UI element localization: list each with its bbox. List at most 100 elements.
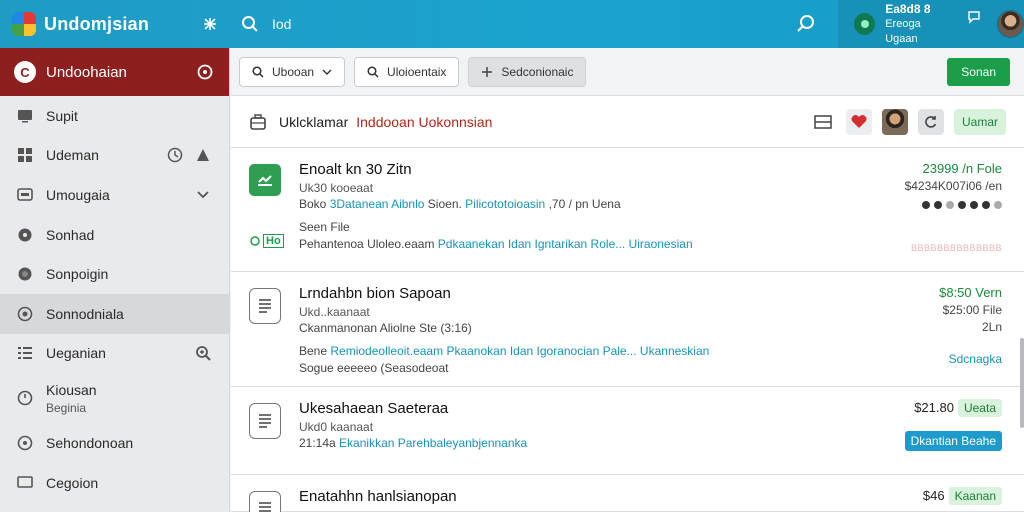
pagination-dots[interactable] — [922, 201, 1002, 209]
circle-icon — [16, 434, 34, 452]
list-item[interactable]: Ukesahaean Saeteraa Ukd0 kaanaat 21:14a … — [231, 387, 1024, 475]
user-role: Ereoga Ugaan — [885, 17, 921, 45]
dot[interactable] — [958, 201, 966, 209]
expand-icon[interactable] — [192, 6, 228, 42]
heart-icon[interactable] — [845, 108, 872, 135]
main-content: Ubooan Uloioentaix Sedconionaic Sonan Uk… — [231, 48, 1024, 512]
zoom-icon[interactable] — [193, 343, 213, 363]
item-description: Pehantenoa Uloleo.eaam Pdkaanekan Idan I… — [299, 236, 1004, 253]
disc-icon — [16, 226, 34, 244]
panel-subtitle: Inddooan Uokonnsian — [356, 113, 493, 130]
grid-icon — [16, 146, 34, 164]
action-badge[interactable]: Dkantian Beahe — [904, 431, 1002, 451]
item-subtitle: Ukd..kaanaat — [299, 305, 370, 319]
chevron-down-icon[interactable] — [193, 185, 213, 205]
meta-link[interactable]: Remiodeolleoit.eaam — [330, 344, 443, 358]
message-icon[interactable] — [966, 8, 983, 26]
avatar[interactable] — [996, 10, 1024, 38]
refresh-icon[interactable] — [917, 108, 944, 135]
meta-link[interactable]: Pdkaanekan Idan Igntarikan Role... Uirao… — [438, 237, 693, 251]
sidebar-item-udeman[interactable]: Udeman — [0, 136, 229, 176]
sidebar-item-supit[interactable]: Supit — [0, 96, 229, 136]
sidebar-item-sublabel: Beginia — [46, 400, 87, 415]
sidebar-header-label: Undoohaian — [46, 63, 127, 81]
sidebar-item-label: Supit — [46, 107, 78, 124]
card-icon — [16, 186, 34, 204]
item-meta-footer: Sogue eeeeeo (Seasodeoat — [299, 361, 449, 375]
item-list: Enoalt kn 30 Zitn Uk30 kooeaat Boko 3Dat… — [231, 148, 1024, 512]
item-flag: Ho — [249, 234, 284, 248]
sidebar-item-umougaia[interactable]: Umougaia — [0, 175, 229, 215]
meta-link[interactable]: Ekanikkan Parehbaleyanbjennanka — [339, 436, 527, 450]
primary-button[interactable]: Sonan — [947, 57, 1010, 86]
dot[interactable] — [970, 201, 978, 209]
layout-icon[interactable] — [810, 109, 836, 135]
panel-title: Uklcklamar — [279, 113, 349, 130]
app-thumbnail — [249, 164, 281, 196]
dot[interactable] — [994, 201, 1002, 209]
scrollbar[interactable] — [1020, 338, 1024, 428]
sidebar-item-label: Sonpoigin — [46, 266, 109, 283]
item-price: $8:50 Vern — [939, 285, 1002, 300]
brand-name: Undomjsian — [44, 13, 150, 34]
search-button[interactable]: Uloioentaix — [354, 56, 460, 87]
item-title[interactable]: Ukesahaean Saeteraa — [299, 399, 1004, 419]
dot[interactable] — [982, 201, 990, 209]
search-icon[interactable] — [232, 6, 268, 42]
item-title[interactable]: Lrndahbn bion Sapoan — [299, 284, 1004, 304]
settings-icon[interactable] — [195, 62, 215, 82]
meta-text: Pehantenoa Uloleo.eaam — [299, 237, 435, 251]
status-pill[interactable]: Uamar — [953, 108, 1006, 135]
sidebar-item-label: Kiousan — [46, 381, 97, 398]
meta-text: 21:14a — [299, 436, 336, 450]
item-price-detail: $25:00 File — [942, 303, 1002, 317]
user-area[interactable]: Ea8d8 8 Ereoga Ugaan — [838, 0, 1024, 48]
target-icon — [16, 305, 34, 323]
item-file-label: Seen File — [299, 220, 350, 234]
sidebar-item-ueganian[interactable]: Ueganian — [0, 334, 229, 374]
clock-icon[interactable] — [165, 145, 185, 165]
list-item[interactable]: Enoalt kn 30 Zitn Uk30 kooeaat Boko 3Dat… — [231, 148, 1024, 272]
status-badge: Kaanan — [948, 487, 1002, 505]
dot-icon — [16, 265, 34, 283]
status-badge: Ueata — [957, 399, 1002, 417]
dot[interactable] — [934, 201, 942, 209]
sidebar-item-sehondonoan[interactable]: Sehondonoan — [0, 423, 229, 463]
sidebar-item-label: Ueganian — [46, 345, 106, 362]
shape-icon[interactable] — [193, 145, 213, 165]
meta-link[interactable]: 3Datanean Aibnlo — [330, 197, 425, 211]
dot[interactable] — [946, 201, 954, 209]
list-item[interactable]: Lrndahbn bion Sapoan Ukd..kaanaat Ckanma… — [231, 272, 1024, 387]
user-name: Ea8d8 8 — [885, 1, 931, 16]
item-action-link[interactable]: Sdcnagka — [949, 352, 1002, 366]
meta-link[interactable]: Pkaanokan Idan Igoranocian Pale... Ukann… — [446, 344, 709, 358]
list-icon — [16, 344, 34, 362]
item-title[interactable]: Enoalt kn 30 Zitn — [299, 160, 1004, 180]
sidebar-item-sonpoigin[interactable]: Sonpoigin — [0, 254, 229, 294]
avatar[interactable] — [881, 108, 908, 135]
item-count: 2Ln — [981, 320, 1002, 334]
item-price: $46 — [922, 488, 945, 503]
sidebar-header[interactable]: C Undoohaian — [0, 48, 229, 96]
item-title[interactable]: Enatahhn hanlsianopan — [299, 487, 1004, 507]
list-item[interactable]: Enatahhn hanlsianopan $46 Kaanan — [231, 475, 1024, 512]
sidebar-item-sonnodniala[interactable]: Sonnodniala — [0, 293, 229, 334]
filter-dropdown[interactable]: Ubooan — [239, 56, 346, 87]
meta-text: Sioen. — [427, 197, 462, 211]
briefcase-icon — [249, 113, 267, 131]
sidebar-item-kiousan[interactable]: Kiousan Beginia — [0, 373, 229, 423]
clock-icon — [16, 389, 34, 407]
monitor-icon — [16, 107, 34, 125]
flag-label: Ho — [263, 234, 284, 248]
sidebar-item-label: Sonnodniala — [46, 305, 124, 322]
sidebar-item-cegoion[interactable]: Cegoion — [0, 463, 229, 503]
item-price: 23999 /n Fole — [922, 161, 1002, 176]
search-button-icon[interactable] — [788, 6, 824, 42]
dot[interactable] — [922, 201, 930, 209]
search-label[interactable]: Iod — [272, 16, 291, 32]
sidebar-item-sonhad[interactable]: Sonhad — [0, 215, 229, 255]
meta-link[interactable]: Pilicototoioasin — [465, 197, 545, 211]
status-icon — [854, 13, 876, 35]
section-button[interactable]: Sedconionaic — [468, 56, 587, 87]
item-price-detail: $4234K007i06 /en — [904, 179, 1002, 193]
